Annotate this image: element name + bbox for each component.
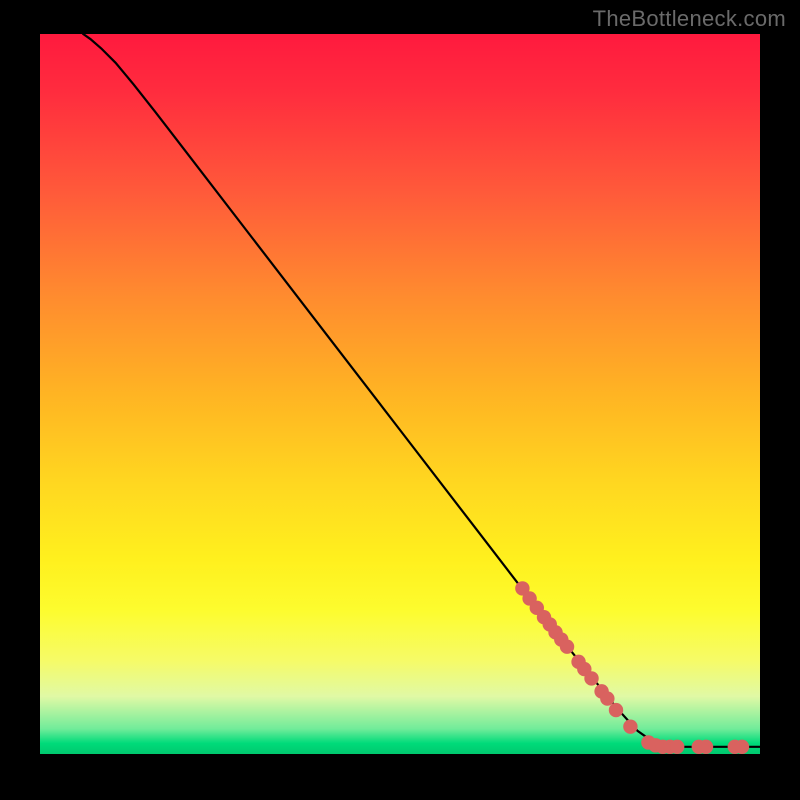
chart-frame: TheBottleneck.com (0, 0, 800, 800)
data-point (699, 740, 713, 754)
data-point (584, 671, 598, 685)
curve-layer (40, 34, 760, 754)
bottleneck-curve (83, 34, 760, 747)
data-point (560, 640, 574, 654)
data-point (600, 691, 614, 705)
data-point (623, 719, 637, 733)
marker-group (515, 581, 749, 754)
data-point (670, 740, 684, 754)
watermark-text: TheBottleneck.com (593, 6, 786, 32)
plot-area (40, 34, 760, 754)
data-point (609, 703, 623, 717)
data-point (735, 740, 749, 754)
